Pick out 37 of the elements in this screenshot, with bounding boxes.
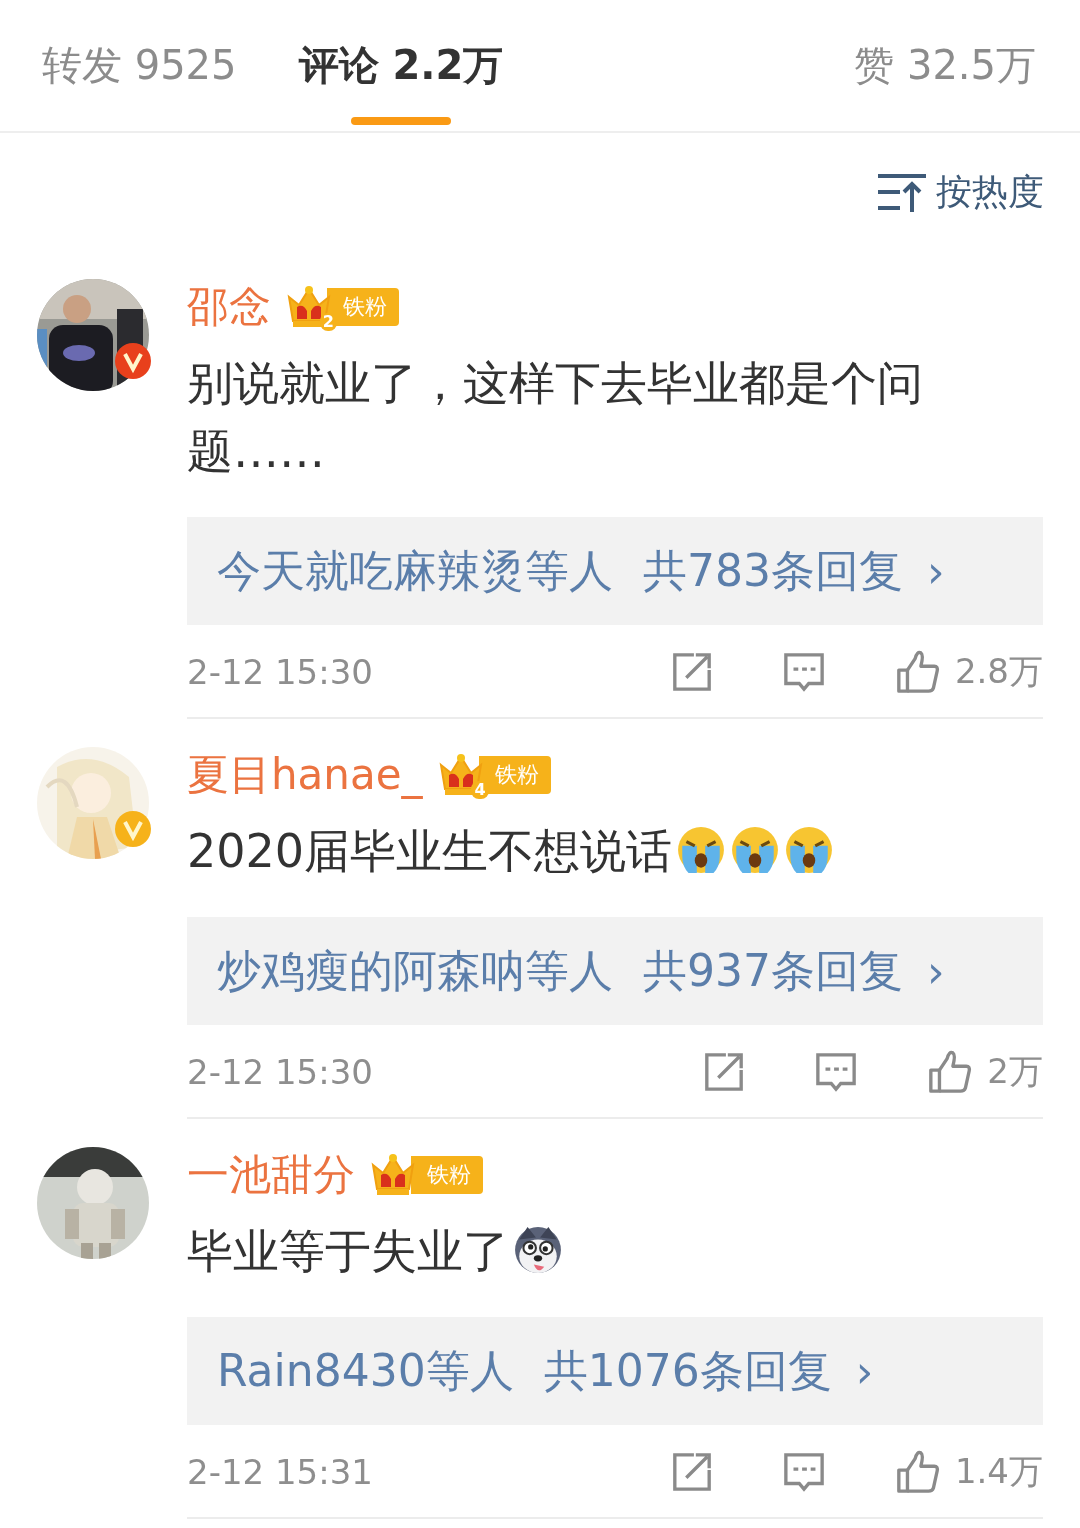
thumbs-up-icon [894,649,941,695]
share-icon [703,1051,746,1093]
replies-link[interactable]: Rain8430等人 共1076条回复 › [187,1317,1043,1425]
timestamp: 2-12 15:30 [187,652,374,692]
comment-text: 毕业等于失业了 [187,1224,509,1278]
fan-badge: 铁粉 [411,1156,483,1194]
comment-icon [782,651,825,693]
username[interactable]: 邵念 [187,279,271,335]
timestamp: 2-12 15:30 [187,1052,374,1092]
share-button[interactable] [670,651,713,693]
level-number: 4 [471,781,489,799]
like-button[interactable]: 1.4万 [894,1449,1043,1495]
comment-icon [815,1051,858,1093]
comment-text: 别说就业了，这样下去毕业都是个问题…… [187,356,923,478]
comment-button[interactable] [782,651,825,693]
like-button[interactable]: 2.8万 [894,649,1043,695]
tab[interactable]: 赞 32.5万 [854,0,1036,131]
comment-button[interactable] [815,1051,858,1093]
timestamp: 2-12 15:31 [187,1452,374,1492]
tab[interactable]: 评论 2.2万 [298,0,504,131]
username[interactable]: 夏目hanae_ [187,747,423,803]
comment-icon [782,1451,825,1493]
like-button[interactable]: 2万 [927,1049,1043,1095]
share-button[interactable] [670,1451,713,1493]
comment-button[interactable] [782,1451,825,1493]
sort-button[interactable]: 按热度 [876,167,1044,217]
tab[interactable]: 转发 9525 [42,0,237,131]
replies-link[interactable]: 今天就吃麻辣烫等人 共783条回复 › [187,517,1043,625]
crown-icon [369,1153,417,1197]
comment-text: 2020届毕业生不想说话 [187,824,673,878]
share-icon [670,1451,713,1493]
thumbs-up-icon [927,1049,974,1095]
share-button[interactable] [703,1051,746,1093]
thumbs-up-icon [894,1449,941,1495]
share-icon [670,651,713,693]
replies-link[interactable]: 炒鸡瘦的阿森呐等人 共937条回复 › [187,917,1043,1025]
username[interactable]: 一池甜分 [187,1147,355,1203]
